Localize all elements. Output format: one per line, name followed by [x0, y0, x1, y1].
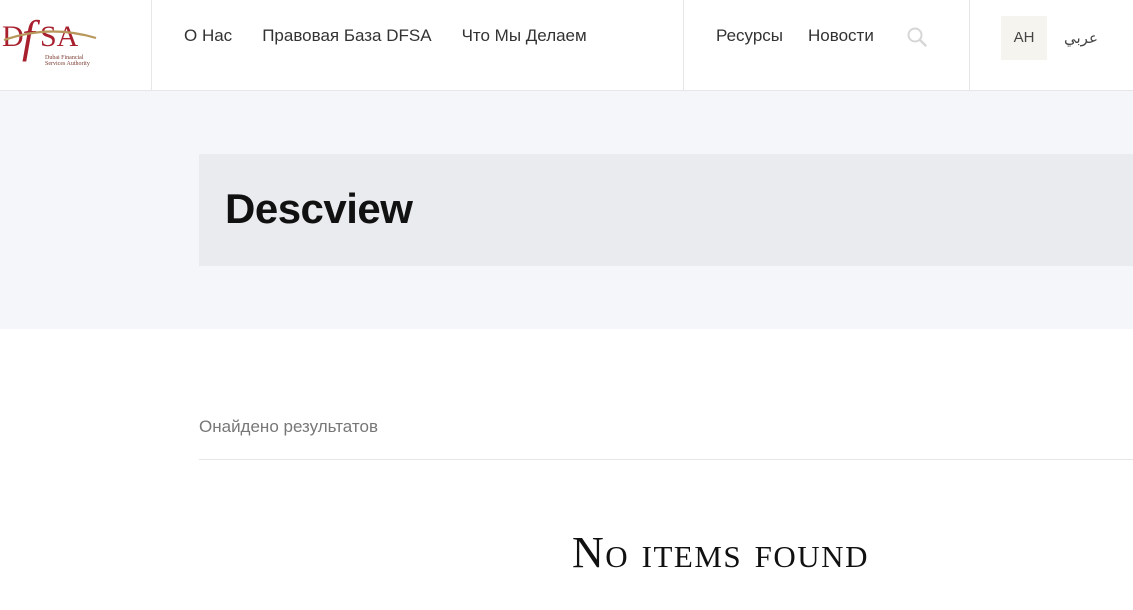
nav-item-news[interactable]: Новости: [808, 25, 874, 47]
nav-divider: [683, 0, 684, 90]
nav-item-resources[interactable]: Ресурсы: [716, 25, 783, 47]
logo-link[interactable]: D f SA Dubai Financial Services Authorit…: [0, 0, 152, 90]
nav-item-about[interactable]: О Нас: [184, 25, 232, 47]
logo-subtitle-line2: Services Authority: [45, 61, 90, 67]
results-count: Онайдено результатов: [199, 417, 378, 436]
page-title: Descview: [225, 185, 413, 232]
hero-title-card: Descview: [199, 154, 1133, 266]
empty-state-message: No items found: [572, 528, 869, 577]
site-header: D f SA Dubai Financial Services Authorit…: [0, 0, 1133, 91]
secondary-nav: Ресурсы Новости: [716, 25, 874, 47]
language-current[interactable]: АН: [1001, 16, 1047, 60]
nav-item-what-we-do[interactable]: Что Мы Делаем: [462, 25, 587, 47]
page-hero: Descview: [0, 91, 1133, 329]
logo-letter-f: f: [22, 11, 41, 62]
logo-letters-sa: SA: [40, 20, 79, 53]
nav-item-legal-framework[interactable]: Правовая База DFSA: [262, 25, 431, 47]
language-arabic[interactable]: عربي: [1064, 28, 1098, 50]
primary-nav: О Нас Правовая База DFSA Что Мы Делаем: [184, 25, 587, 47]
search-icon: [907, 27, 927, 47]
results-divider: [199, 459, 1133, 460]
search-button[interactable]: [906, 26, 928, 48]
lang-divider: [969, 0, 970, 90]
